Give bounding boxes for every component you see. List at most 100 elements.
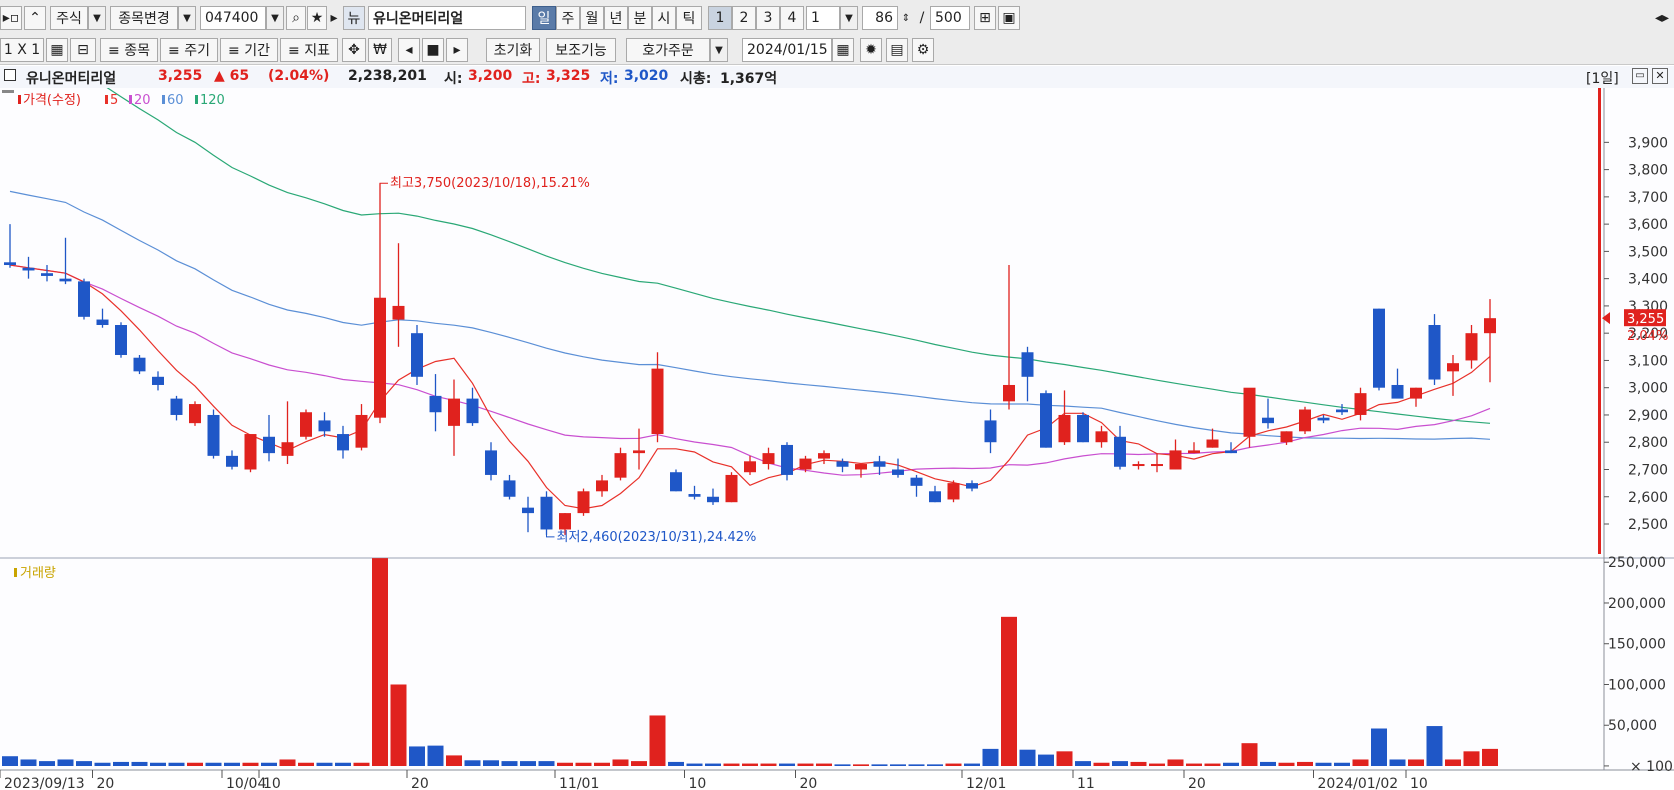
candle-body <box>670 472 682 492</box>
date-input[interactable]: 2024/01/15 <box>742 38 832 62</box>
stock-chart[interactable]: 2,5002,6002,7002,8002,9003,0003,1003,200… <box>0 88 1674 790</box>
chevron-down-icon[interactable]: ▼ <box>178 6 196 30</box>
chevron-down-icon[interactable]: ▼ <box>88 6 106 30</box>
volume-bar <box>834 764 851 766</box>
candle-body <box>1206 439 1219 448</box>
volume-bar <box>483 760 499 766</box>
up-icon[interactable]: ⌃ <box>24 6 46 30</box>
select-checkbox[interactable] <box>4 69 16 81</box>
prev-icon[interactable]: ◂ <box>398 38 420 62</box>
won-icon[interactable]: ₩ <box>368 38 392 62</box>
volume-bar <box>501 761 518 766</box>
play-icon[interactable]: ▸ <box>328 6 340 30</box>
market-select[interactable]: 주식 <box>50 6 88 30</box>
grid-icon[interactable]: ▦ <box>46 38 68 62</box>
candle-body <box>244 434 257 470</box>
gear-icon[interactable]: ✹ <box>860 38 882 62</box>
max-count-input[interactable]: 500 <box>930 6 970 30</box>
maximize-icon[interactable]: ▭ <box>1632 68 1648 84</box>
order-button[interactable]: 호가주문 <box>626 38 710 62</box>
table-icon[interactable]: ▤ <box>886 38 908 62</box>
current-pct-label: 2.04% <box>1627 329 1668 344</box>
toggle-panel-button[interactable]: ▸▫ <box>0 6 22 30</box>
new-window-icon[interactable]: ⊞ <box>974 6 996 30</box>
candle-body <box>1114 436 1126 467</box>
candle-body <box>337 434 349 451</box>
volume-bar <box>797 763 814 766</box>
collapse-icon[interactable]: ◂▸ <box>1652 6 1672 30</box>
candle-body <box>559 513 571 530</box>
news-icon[interactable]: 뉴 <box>343 6 365 30</box>
split-icon[interactable]: ⊟ <box>70 38 96 62</box>
volume-legend-label: 거래량 <box>20 566 56 581</box>
candle-body <box>1317 417 1330 421</box>
legend-swatch <box>195 95 198 104</box>
num-2-button[interactable]: 2 <box>732 6 756 30</box>
interval-input[interactable]: 1 <box>806 6 840 30</box>
volume-bar <box>113 761 129 766</box>
candle-body <box>836 461 849 467</box>
save-icon[interactable]: ▣ <box>998 6 1020 30</box>
stop-icon[interactable]: ■ <box>422 38 444 62</box>
chevron-down-icon[interactable]: ▼ <box>840 6 858 30</box>
volume-tick-label: 200,000 <box>1608 596 1666 612</box>
num-1-button[interactable]: 1 <box>708 6 732 30</box>
period-tick-button[interactable]: 틱 <box>676 6 702 30</box>
reset-button[interactable]: 초기화 <box>486 38 540 62</box>
next-icon[interactable]: ▸ <box>446 38 468 62</box>
stock-code-input[interactable]: 047400 <box>200 6 266 30</box>
candle-body <box>1262 417 1274 424</box>
candle-body <box>429 395 442 413</box>
period-hour-button[interactable]: 시 <box>652 6 676 30</box>
tool-indicator-button[interactable]: ≡ 지표 <box>280 38 338 62</box>
num-4-button[interactable]: 4 <box>780 6 804 30</box>
move-icon[interactable]: ✥ <box>342 38 366 62</box>
x-tick-label: 10 <box>263 776 281 790</box>
chevron-down-icon[interactable]: ▼ <box>710 38 728 62</box>
candle-body <box>633 450 645 454</box>
close-icon[interactable]: ✕ <box>1652 68 1668 84</box>
tool-item-button[interactable]: ≡ 종목 <box>100 38 158 62</box>
volume-bar <box>575 762 592 766</box>
candle-body <box>263 436 275 454</box>
candle-body <box>1447 363 1459 372</box>
candle-body <box>762 453 775 465</box>
chevron-down-icon[interactable]: ▼ <box>266 6 284 30</box>
volume-bar <box>686 763 703 766</box>
num-3-button[interactable]: 3 <box>756 6 780 30</box>
volume-bar <box>372 558 388 766</box>
candle-body <box>873 461 886 467</box>
change-item-button[interactable]: 종목변경 <box>110 6 178 30</box>
candle-body <box>1040 393 1052 448</box>
calendar-icon[interactable]: ▦ <box>832 38 854 62</box>
period-year-button[interactable]: 년 <box>604 6 628 30</box>
tool-range-button[interactable]: ≡ 기간 <box>220 38 278 62</box>
price-range-bar <box>1598 88 1601 554</box>
legend-ma5: 5 <box>110 93 118 108</box>
candle-body <box>744 461 756 473</box>
search-icon[interactable]: ⌕ <box>286 6 306 30</box>
aux-button[interactable]: 보조기능 <box>546 38 616 62</box>
volume-bar <box>1093 762 1110 766</box>
period-day-button[interactable]: 일 <box>532 6 556 30</box>
legend-ma20: 20 <box>134 93 151 108</box>
volume-bar <box>76 761 92 766</box>
layout-button[interactable]: 1 X 1 <box>0 38 44 62</box>
period-minute-button[interactable]: 분 <box>628 6 652 30</box>
count-input[interactable]: 86 <box>862 6 898 30</box>
x-tick-label: 11/01 <box>559 776 599 790</box>
settings-icon[interactable]: ⚙ <box>912 38 934 62</box>
period-month-button[interactable]: 월 <box>580 6 604 30</box>
candle-body <box>1021 352 1034 377</box>
candle-body <box>1151 464 1163 467</box>
candle-body <box>984 420 997 443</box>
tool-period-button[interactable]: ≡ 주기 <box>160 38 218 62</box>
star-icon[interactable]: ★ <box>307 6 327 30</box>
volume-bar <box>335 762 351 766</box>
stepper-icon[interactable]: ⇕ <box>898 6 914 30</box>
volume-tick-label: 100,000 <box>1608 677 1666 693</box>
price-tick-label: 3,800 <box>1628 163 1668 179</box>
period-week-button[interactable]: 주 <box>556 6 580 30</box>
candle-body <box>374 297 386 418</box>
price-tick-label: 3,900 <box>1628 135 1668 151</box>
